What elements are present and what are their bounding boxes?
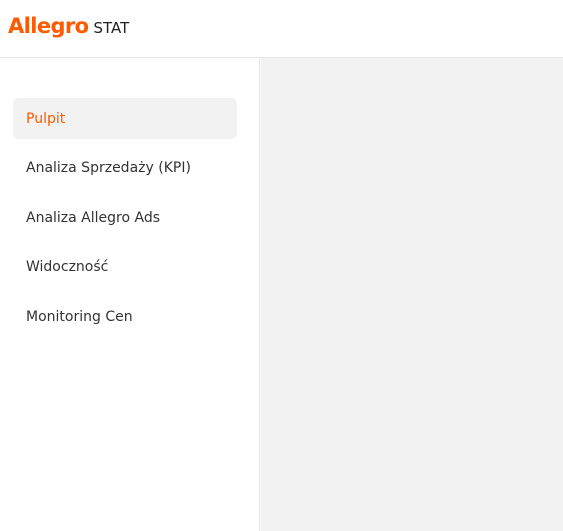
sidebar-item-allegro-ads-analysis[interactable]: Analiza Allegro Ads [13, 197, 237, 238]
app-logo[interactable]: Allegro STAT [8, 14, 129, 38]
sidebar-item-label: Analiza Sprzedaży (KPI) [26, 160, 191, 176]
sidebar-item-sales-analysis-kpi[interactable]: Analiza Sprzedaży (KPI) [13, 148, 237, 189]
sidebar-item-label: Analiza Allegro Ads [26, 209, 161, 226]
app-header: Allegro STAT [0, 0, 563, 58]
sidebar: Pulpit Analiza Sprzedaży (KPI) Analiza A… [0, 58, 260, 531]
logo-suffix: STAT [93, 19, 130, 37]
logo-brand: Allegro [8, 14, 89, 38]
sidebar-nav: Pulpit Analiza Sprzedaży (KPI) Analiza A… [13, 98, 237, 346]
sidebar-item-label: Widoczność [26, 259, 109, 275]
sidebar-item-visibility[interactable]: Widoczność [13, 247, 237, 288]
sidebar-item-pulpit[interactable]: Pulpit [13, 98, 237, 139]
sidebar-item-price-monitoring[interactable]: Monitoring Cen [13, 296, 237, 337]
main-content [261, 58, 563, 531]
sidebar-item-label: Monitoring Cen [26, 308, 133, 325]
sidebar-item-label: Pulpit [26, 110, 66, 127]
